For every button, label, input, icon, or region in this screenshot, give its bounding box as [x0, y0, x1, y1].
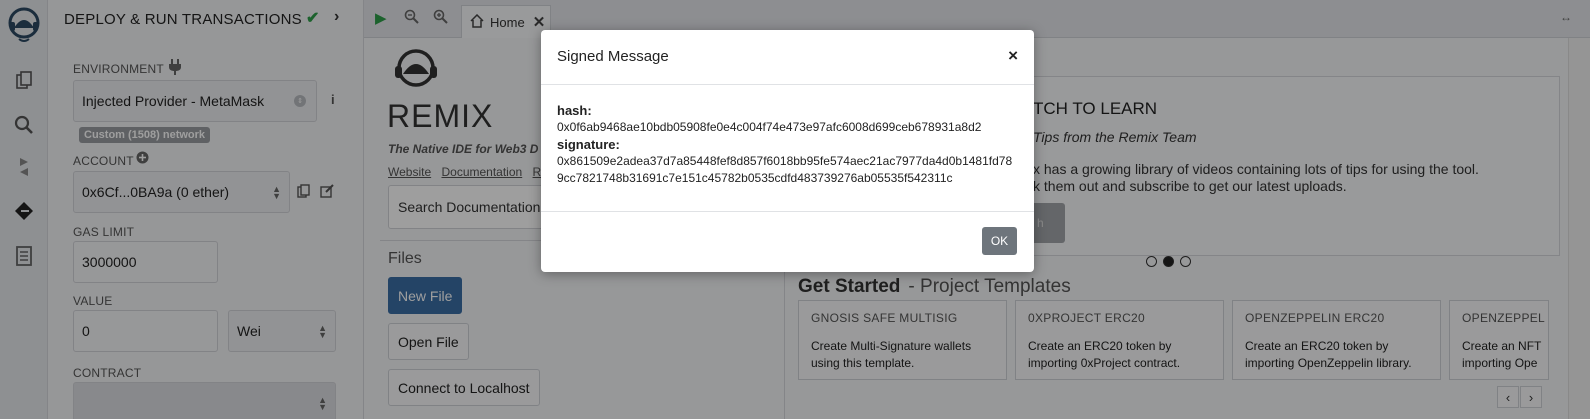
modal-body: hash: 0x0f6ab9468ae10bdb05908fe0e4c004f7… — [557, 102, 1017, 187]
modal-title: Signed Message — [557, 48, 669, 65]
close-icon[interactable]: × — [1008, 46, 1018, 66]
hash-label: hash: — [557, 103, 592, 118]
divider — [541, 211, 1034, 212]
ok-button[interactable]: OK — [982, 227, 1017, 255]
divider — [541, 84, 1034, 85]
hash-value: 0x0f6ab9468ae10bdb05908fe0e4c004f74e473e… — [557, 120, 982, 134]
signed-message-modal: Signed Message × hash: 0x0f6ab9468ae10bd… — [541, 30, 1034, 272]
signature-label: signature: — [557, 137, 620, 152]
signature-value: 0x861509e2adea37d7a85448fef8d857f6018bb9… — [557, 154, 1013, 185]
